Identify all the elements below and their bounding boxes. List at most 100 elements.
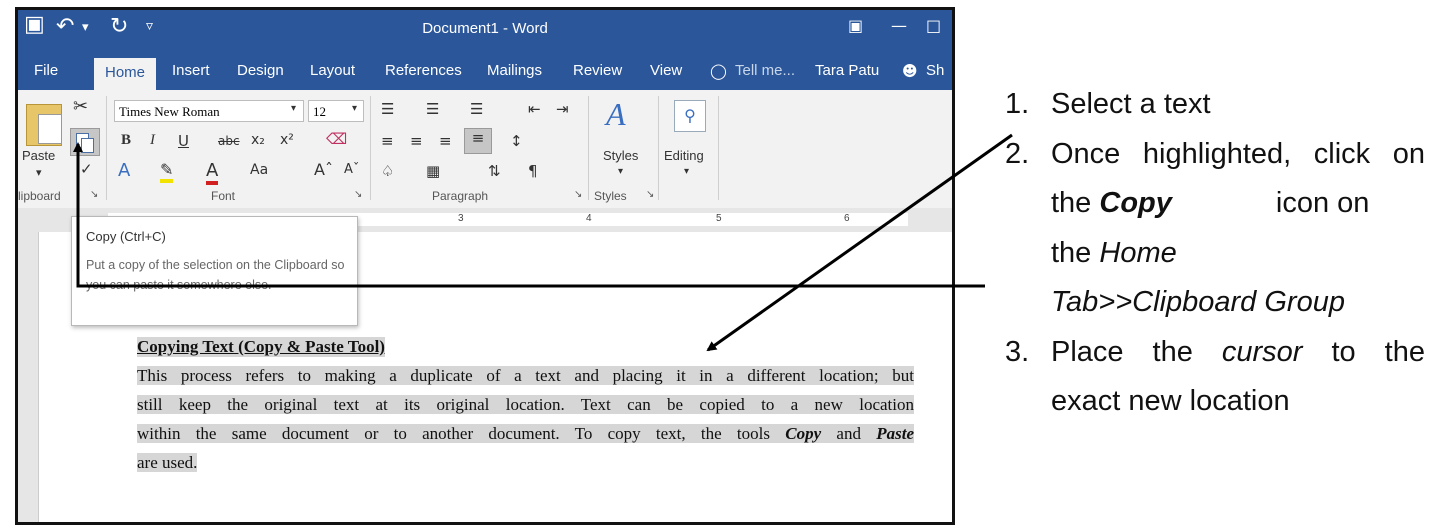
paragraph-launcher-icon[interactable]: ↘	[574, 189, 582, 200]
justify-icon[interactable]: ≡	[464, 128, 492, 154]
styles-dropdown-icon[interactable]: ▾	[618, 166, 623, 177]
group-divider	[370, 96, 371, 200]
numbering-icon[interactable]: ☰	[426, 100, 439, 118]
tab-mailings[interactable]: Mailings	[487, 62, 542, 79]
minimize-icon[interactable]: —	[891, 16, 907, 35]
align-left-icon[interactable]: ≡	[381, 132, 394, 150]
ruler-number: 6	[844, 213, 850, 224]
grow-font-icon[interactable]: Aˆ	[314, 160, 333, 179]
change-case-icon[interactable]: Aa	[250, 162, 268, 178]
align-right-icon[interactable]: ≡	[439, 132, 452, 150]
share-icon[interactable]: ☻	[902, 62, 918, 80]
document-paragraph[interactable]: This process refers to making a duplicat…	[137, 361, 914, 477]
tab-layout[interactable]: Layout	[310, 62, 355, 79]
step-copy-word: Copy	[1099, 187, 1172, 219]
step-cursor-word: cursor	[1221, 335, 1303, 368]
vertical-ruler[interactable]	[18, 232, 39, 522]
font-name-dropdown-icon[interactable]: ▾	[291, 103, 296, 114]
subscript-icon[interactable]: x₂	[251, 132, 265, 148]
font-launcher-icon[interactable]: ↘	[354, 189, 362, 200]
title-bar: ▣ ↶ ▾ ↻ ▿ Document1 - Word ▣ — □	[18, 10, 952, 52]
share-button[interactable]: Sh	[926, 62, 944, 79]
copy-tooltip: Copy (Ctrl+C) Put a copy of the selectio…	[71, 216, 358, 326]
highlight-icon[interactable]: ✎	[160, 160, 174, 183]
step-1: 1. Select a text	[1005, 80, 1425, 130]
group-divider	[588, 96, 589, 200]
styles-button[interactable]: Styles	[603, 148, 638, 163]
decrease-indent-icon[interactable]: ⇤	[528, 100, 541, 118]
paste-dropdown-icon[interactable]: ▾	[36, 166, 42, 179]
shading-icon[interactable]: ♤	[381, 162, 394, 180]
bullets-icon[interactable]: ☰	[381, 100, 394, 118]
align-center-icon[interactable]: ≡	[410, 132, 423, 150]
document-line: are used.	[137, 453, 198, 472]
strikethrough-icon[interactable]: abc	[218, 134, 240, 148]
group-label-font: Font	[211, 189, 236, 203]
font-size-dropdown-icon[interactable]: ▾	[352, 103, 357, 114]
step-2: 2. Once highlighted, click on the Copy ic…	[1005, 130, 1425, 328]
maximize-icon[interactable]: □	[926, 16, 941, 35]
sort-icon[interactable]: ⇅	[488, 162, 501, 180]
step-text: the	[1384, 335, 1425, 368]
group-label-clipboard: lipboard	[18, 189, 61, 203]
ribbon-display-icon[interactable]: ▣	[848, 16, 863, 35]
step-text: Place	[1051, 335, 1124, 368]
step-number: 1.	[1005, 88, 1030, 120]
font-name-box[interactable]: Times New Roman	[114, 100, 304, 122]
instructions: 1. Select a text 2. Once highlighted, cl…	[1005, 80, 1425, 427]
bold-icon[interactable]: B	[121, 132, 131, 149]
step-text: the	[1152, 335, 1193, 368]
font-color-icon[interactable]: A	[206, 160, 219, 185]
line-spacing-icon[interactable]: ↕	[510, 132, 523, 150]
cut-icon[interactable]: ✂	[73, 96, 88, 117]
step-text: Select a text	[1051, 88, 1211, 120]
group-label-styles: Styles	[594, 189, 627, 203]
format-painter-icon[interactable]: ✓	[80, 160, 93, 178]
borders-icon[interactable]: ▦	[426, 162, 440, 180]
group-divider	[658, 96, 659, 200]
tell-me-box[interactable]: Tell me...	[735, 62, 795, 79]
and-word: and	[821, 424, 877, 443]
step-text: exact new location	[1051, 385, 1290, 417]
superscript-icon[interactable]: x²	[280, 132, 294, 148]
clipboard-launcher-icon[interactable]: ↘	[90, 189, 98, 200]
group-divider	[718, 96, 719, 200]
paste-page-icon	[38, 114, 62, 144]
styles-icon[interactable]: A	[606, 96, 626, 133]
paste-button[interactable]: Paste	[22, 148, 55, 163]
document-line: This process refers to making a duplicat…	[137, 366, 914, 385]
tab-design[interactable]: Design	[237, 62, 284, 79]
tab-insert[interactable]: Insert	[172, 62, 210, 79]
lightbulb-icon: ◯	[710, 62, 727, 80]
ruler-number: 4	[586, 213, 592, 224]
document-heading[interactable]: Copying Text (Copy & Paste Tool)	[137, 337, 385, 357]
shrink-font-icon[interactable]: Aˇ	[344, 162, 359, 177]
find-icon[interactable]: ⚲	[674, 100, 706, 132]
tab-file[interactable]: File	[34, 62, 58, 79]
window-title: Document1 - Word	[422, 20, 548, 37]
styles-launcher-icon[interactable]: ↘	[646, 189, 654, 200]
tab-review[interactable]: Review	[573, 62, 622, 79]
step-3: 3. Place the cursor to the exact new loc…	[1005, 328, 1425, 427]
clear-formatting-icon[interactable]: ⌫	[326, 130, 347, 148]
tab-view[interactable]: View	[650, 62, 682, 79]
multilevel-list-icon[interactable]: ☰	[470, 100, 483, 118]
tab-home[interactable]: Home	[94, 58, 156, 90]
copy-icon[interactable]	[70, 128, 100, 156]
step-text: Once highlighted, click on	[1051, 137, 1425, 170]
show-formatting-icon[interactable]: ¶	[528, 162, 538, 180]
text-effects-icon[interactable]: A	[118, 160, 130, 181]
underline-icon[interactable]: U	[178, 132, 189, 150]
editing-button[interactable]: Editing	[664, 148, 704, 163]
tab-references[interactable]: References	[385, 62, 462, 79]
increase-indent-icon[interactable]: ⇥	[556, 100, 569, 118]
group-label-paragraph: Paragraph	[432, 189, 489, 203]
tooltip-title: Copy (Ctrl+C)	[86, 229, 166, 244]
ribbon: Paste ▾ ✂ ✓ lipboard ↘ Times New Roman ▾…	[18, 90, 952, 209]
editing-dropdown-icon[interactable]: ▾	[684, 166, 689, 177]
step-number: 2.	[1005, 137, 1030, 170]
italic-icon[interactable]: I	[150, 132, 155, 149]
document-line: within the same document or to another d…	[137, 424, 786, 443]
user-name[interactable]: Tara Patu	[815, 62, 879, 79]
tooltip-body: Put a copy of the selection on the Clipb…	[86, 258, 345, 292]
